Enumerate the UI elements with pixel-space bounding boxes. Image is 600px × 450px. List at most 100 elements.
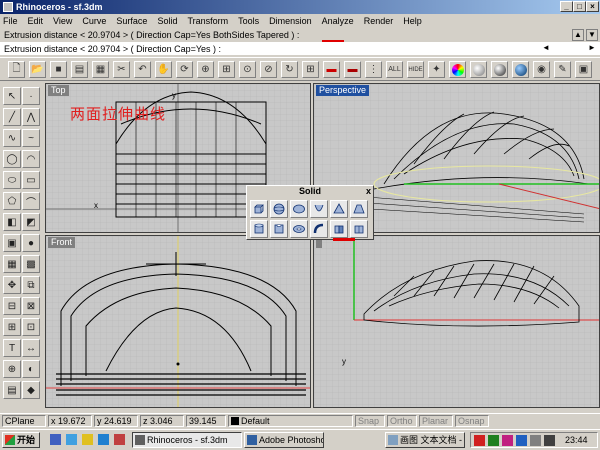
snap-toggle[interactable]: Snap: [355, 415, 385, 427]
menu-transform[interactable]: Transform: [187, 16, 228, 26]
polygon-tool-icon[interactable]: ⬠: [3, 192, 21, 210]
zoom-icon[interactable]: ⊕: [197, 61, 214, 78]
tray-network-icon[interactable]: [488, 435, 499, 446]
surface-tool-icon[interactable]: ◧: [3, 213, 21, 231]
render-sphere-icon[interactable]: [491, 61, 508, 78]
pan-hand-icon[interactable]: ✋: [155, 61, 172, 78]
car-render-icon[interactable]: ▬: [323, 61, 340, 78]
layer-status[interactable]: Default: [228, 415, 353, 427]
solid-palette[interactable]: Solid x: [246, 185, 374, 240]
ellipsoid-solid-icon[interactable]: [290, 200, 308, 218]
hide-icon[interactable]: HIDE: [407, 61, 424, 78]
quicklaunch-ie-icon[interactable]: [50, 434, 61, 445]
mesh2-tool-icon[interactable]: ▩: [22, 255, 40, 273]
select-arrow-icon[interactable]: ↖: [3, 87, 21, 105]
menu-analyze[interactable]: Analyze: [322, 16, 354, 26]
tray-app3-icon[interactable]: [544, 435, 555, 446]
mesh-tool-icon[interactable]: ▦: [3, 255, 21, 273]
rectangle-tool-icon[interactable]: ▭: [22, 171, 40, 189]
properties-icon[interactable]: ▣: [575, 61, 592, 78]
freeform-tool-icon[interactable]: ~: [22, 129, 40, 147]
truncated-cone-solid-icon[interactable]: [350, 200, 368, 218]
viewport-front-title[interactable]: Front: [48, 237, 76, 248]
text-tool-icon[interactable]: T: [3, 339, 21, 357]
note-icon[interactable]: ✎: [554, 61, 571, 78]
circle-tool-icon[interactable]: ◯: [3, 150, 21, 168]
command-prompt[interactable]: Extrusion distance < 20.9704 > ( Directi…: [0, 42, 600, 55]
quicklaunch-app-icon[interactable]: [114, 434, 125, 445]
zoom-extents-icon[interactable]: ⊙: [239, 61, 256, 78]
viewport-right[interactable]: y: [313, 235, 600, 408]
window-title-bar[interactable]: Rhinoceros - sf.3dm _ □ ×: [0, 0, 600, 14]
scroll-up-button[interactable]: ▲: [572, 29, 584, 41]
move-tool-icon[interactable]: ✥: [3, 276, 21, 294]
analyze-tool-icon[interactable]: ⊕: [3, 360, 21, 378]
maximize-button[interactable]: □: [573, 1, 586, 12]
ellipse-tool-icon[interactable]: ⬭: [3, 171, 21, 189]
planar-toggle[interactable]: Planar: [419, 415, 453, 427]
fillet-tool-icon[interactable]: ⌒: [22, 192, 40, 210]
tray-clock[interactable]: 23:44: [565, 435, 588, 445]
polyline-tool-icon[interactable]: ⋀: [22, 108, 40, 126]
close-button[interactable]: ×: [586, 1, 599, 12]
curve-tool-icon[interactable]: ∿: [3, 129, 21, 147]
task-photoshop[interactable]: Adobe Photosho...: [244, 432, 324, 448]
torus-solid-icon[interactable]: [290, 220, 308, 238]
redraw-icon[interactable]: ↻: [281, 61, 298, 78]
menu-tools[interactable]: Tools: [238, 16, 259, 26]
viewport-perspective-title[interactable]: Perspective: [316, 85, 370, 96]
menu-curve[interactable]: Curve: [82, 16, 106, 26]
box-solid-icon[interactable]: [250, 200, 268, 218]
viewport-top-title[interactable]: Top: [48, 85, 69, 96]
open-file-icon[interactable]: 📂: [29, 61, 46, 78]
menu-solid[interactable]: Solid: [157, 16, 177, 26]
trim-tool-icon[interactable]: ⊟: [3, 297, 21, 315]
cone-solid-icon[interactable]: [330, 200, 348, 218]
quicklaunch-email-icon[interactable]: [66, 434, 77, 445]
scroll-right-button[interactable]: ►: [586, 43, 598, 54]
render-tool-icon[interactable]: ◐: [22, 360, 40, 378]
copy-tool-icon[interactable]: ⧉: [22, 276, 40, 294]
task-rhinoceros[interactable]: Rhinoceros - sf.3dm: [132, 432, 242, 448]
menu-render[interactable]: Render: [364, 16, 394, 26]
zoom-selected-icon[interactable]: ⊘: [260, 61, 277, 78]
start-button[interactable]: 开始: [2, 432, 40, 448]
split-tool-icon[interactable]: ⊠: [22, 297, 40, 315]
arc-tool-icon[interactable]: ◠: [22, 150, 40, 168]
tray-ime-icon[interactable]: [474, 435, 485, 446]
join-tool-icon[interactable]: ⊞: [3, 318, 21, 336]
new-file-icon[interactable]: 🗋: [8, 61, 25, 78]
shade-sphere-icon[interactable]: [470, 61, 487, 78]
grid-tool-icon[interactable]: ▤: [3, 381, 21, 399]
import-icon[interactable]: ▦: [92, 61, 109, 78]
menu-edit[interactable]: Edit: [28, 16, 44, 26]
quicklaunch-desktop-icon[interactable]: [98, 434, 109, 445]
viewport-front[interactable]: Front: [45, 235, 311, 408]
point-icon[interactable]: ALL: [386, 61, 403, 78]
extrude-curve-solid-icon[interactable]: [330, 220, 348, 238]
menu-surface[interactable]: Surface: [116, 16, 147, 26]
camera-icon[interactable]: ◉: [533, 61, 550, 78]
light-icon[interactable]: ✦: [428, 61, 445, 78]
tray-app1-icon[interactable]: [502, 435, 513, 446]
explode-tool-icon[interactable]: ⊡: [22, 318, 40, 336]
cplane-status[interactable]: CPlane: [2, 415, 46, 427]
cylinder-solid-icon[interactable]: [250, 220, 268, 238]
layer-icon[interactable]: ⋮: [365, 61, 382, 78]
dimension-tool-icon[interactable]: ↔: [22, 339, 40, 357]
tray-app2-icon[interactable]: [516, 435, 527, 446]
menu-dimension[interactable]: Dimension: [269, 16, 312, 26]
undo-icon[interactable]: ↶: [134, 61, 151, 78]
extrude-surface-solid-icon[interactable]: [350, 220, 368, 238]
ortho-toggle[interactable]: Ortho: [387, 415, 417, 427]
point-tool-icon[interactable]: ·: [22, 87, 40, 105]
zoom-window-icon[interactable]: ⊞: [218, 61, 235, 78]
menu-view[interactable]: View: [53, 16, 72, 26]
scroll-down-button[interactable]: ▼: [586, 29, 598, 41]
minimize-button[interactable]: _: [560, 1, 573, 12]
tube-solid-icon[interactable]: [270, 220, 288, 238]
tray-volume-icon[interactable]: [530, 435, 541, 446]
loft-tool-icon[interactable]: ◩: [22, 213, 40, 231]
line-tool-icon[interactable]: ╱: [3, 108, 21, 126]
task-notepad[interactable]: 画图 文本文档 - 记事本: [385, 432, 465, 448]
